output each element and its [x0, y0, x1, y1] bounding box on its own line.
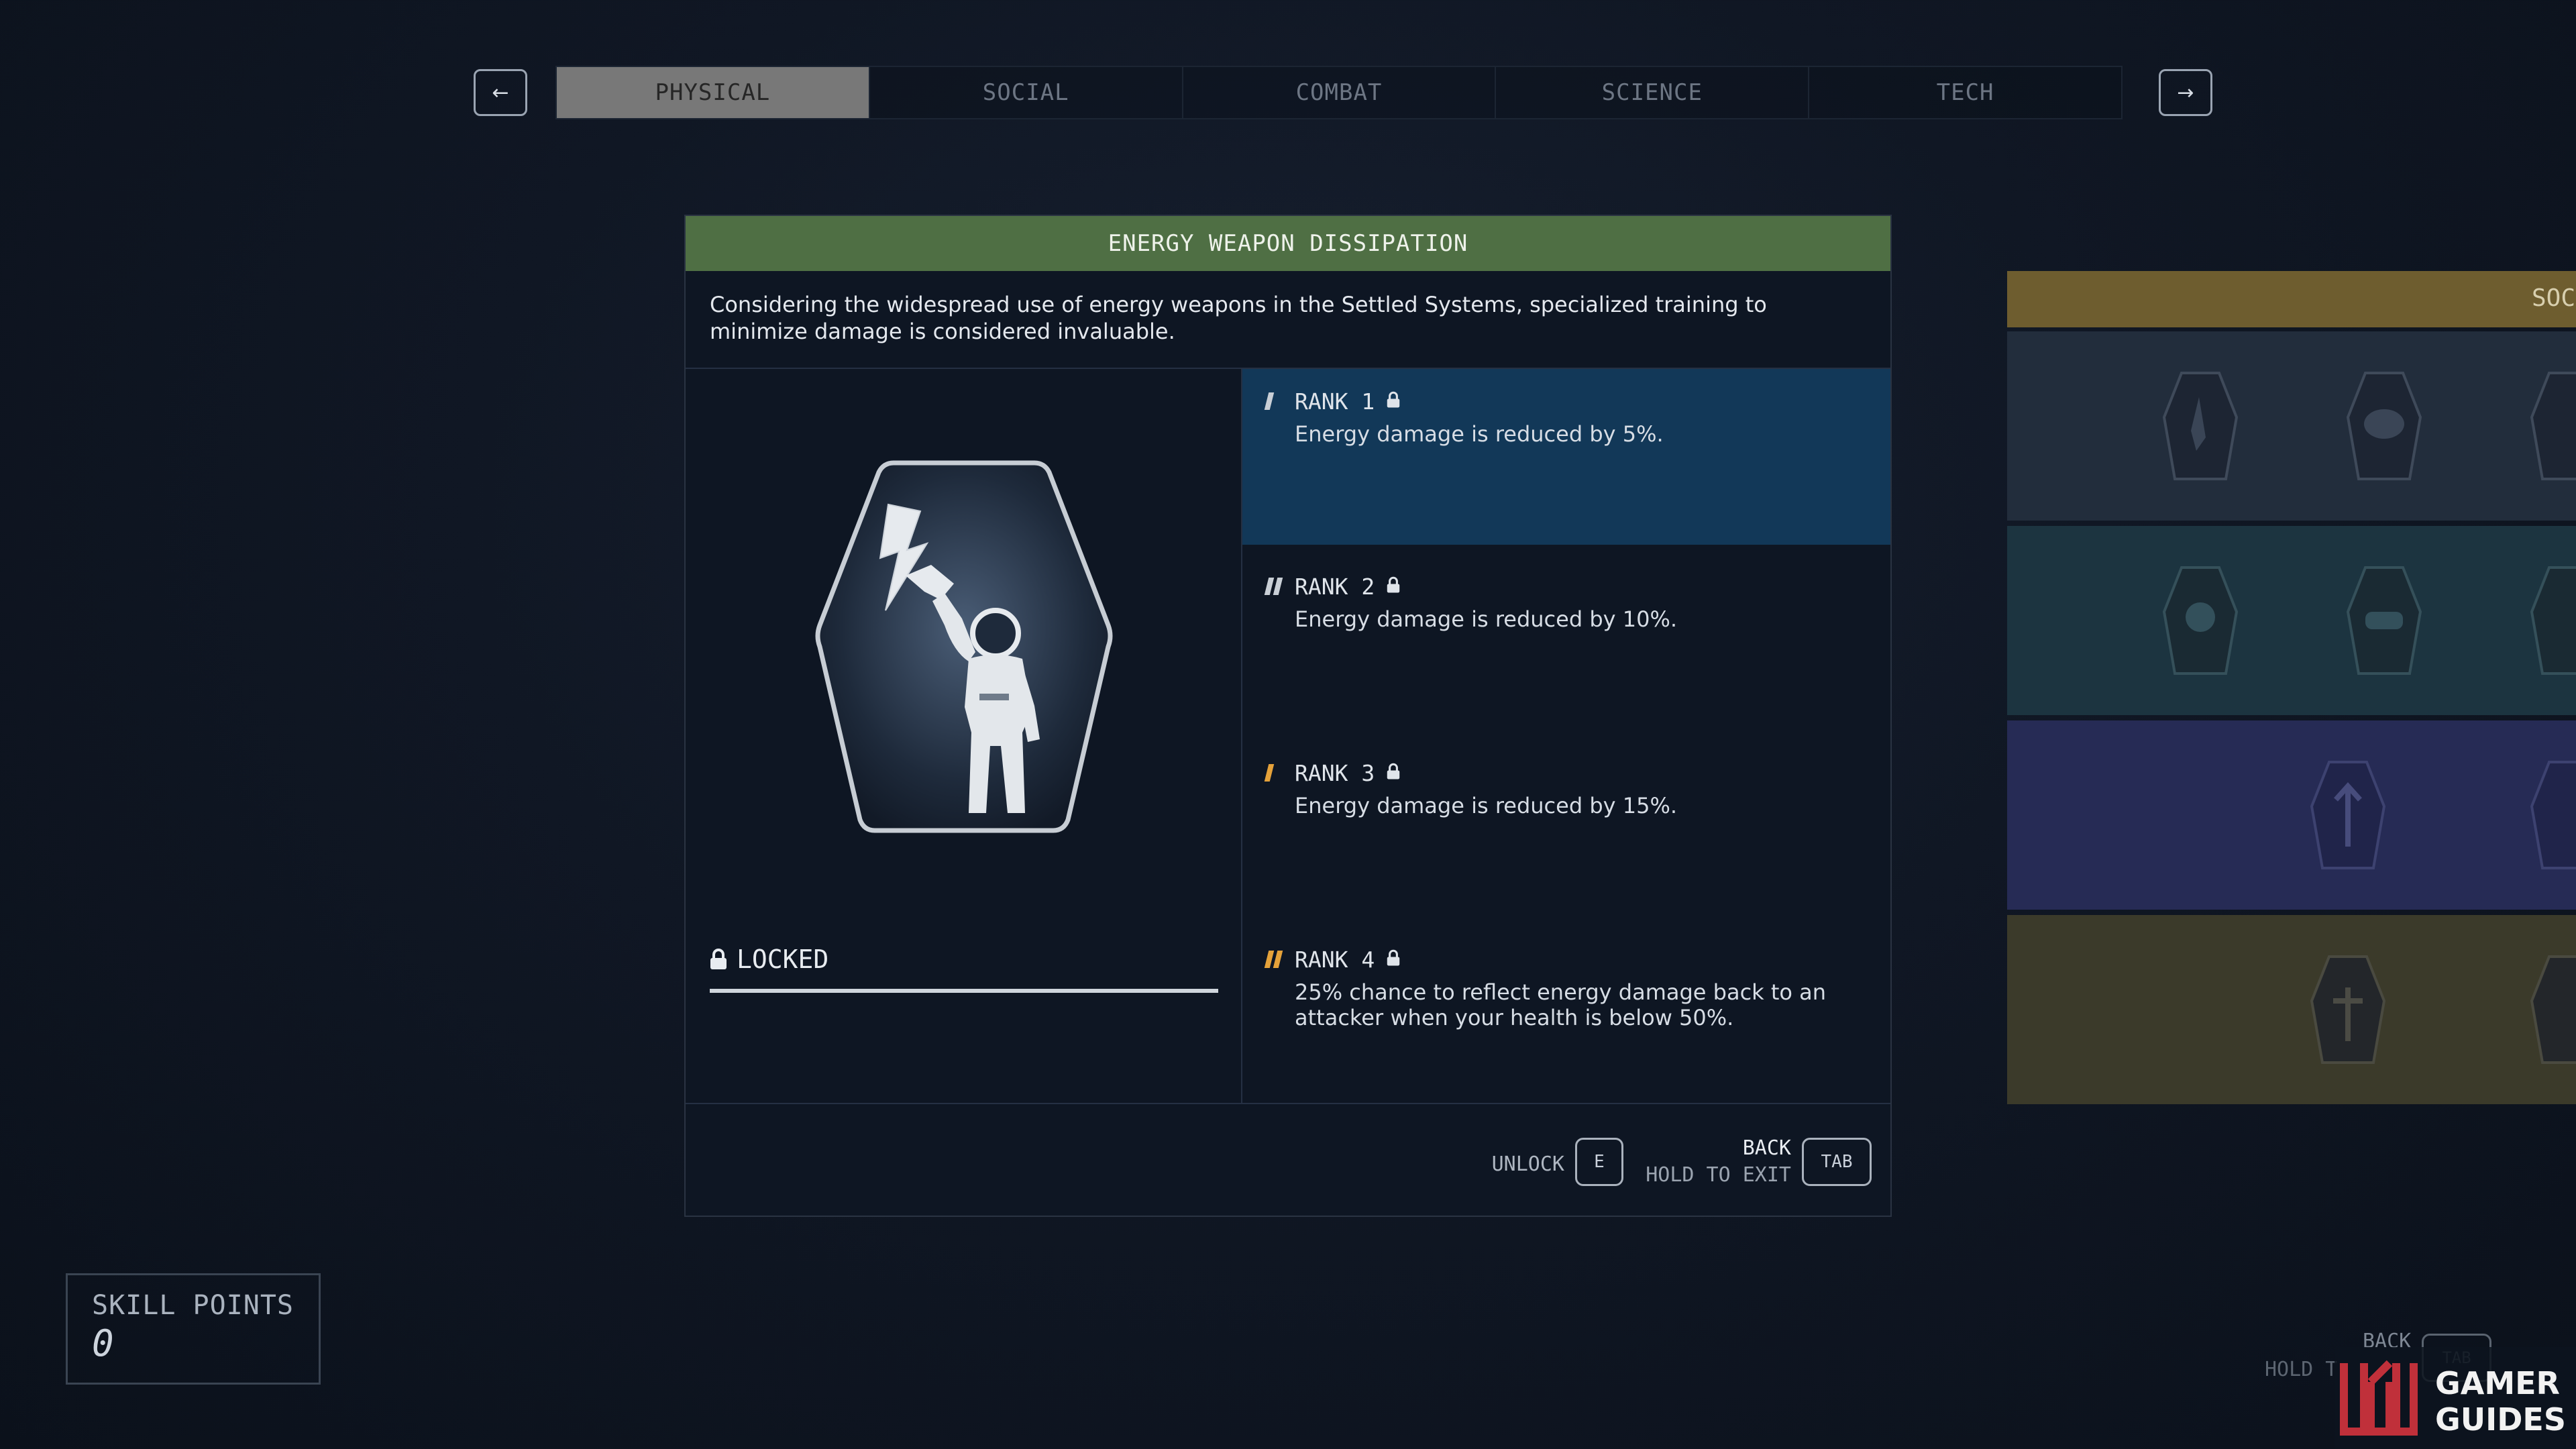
rank-pip-icon	[1264, 392, 1275, 410]
padlock-icon	[1387, 763, 1400, 783]
padlock-icon	[1387, 949, 1400, 969]
rank-pip-icon	[1264, 764, 1275, 782]
skill-hex-icon[interactable]	[2161, 370, 2239, 482]
rank-4-description: 25% chance to reflect energy damage back…	[1295, 979, 1827, 1030]
back-button[interactable]: TAB	[1802, 1138, 1872, 1186]
rank-1-pips	[1264, 392, 1295, 410]
skill-hex-icon[interactable]	[2309, 954, 2387, 1065]
gamer-guides-logo: GAMER GUIDES	[2334, 1347, 2576, 1449]
watermark-line1: GAMER	[2435, 1365, 2560, 1401]
locked-status: LOCKED	[710, 945, 828, 974]
category-tabs: PHYSICAL SOCIAL COMBAT SCIENCE TECH	[555, 66, 2123, 119]
skill-description: Considering the widespread use of energy…	[686, 271, 1890, 369]
padlock-icon	[1387, 576, 1400, 596]
side-tree-header: SOC	[2007, 271, 2576, 327]
skill-hex-icon[interactable]	[2529, 565, 2576, 676]
tab-social[interactable]: SOCIAL	[869, 66, 1183, 119]
skill-detail-panel: ENERGY WEAPON DISSIPATION Considering th…	[684, 215, 1892, 1217]
next-category-button[interactable]: →	[2159, 69, 2212, 116]
skill-hex-icon[interactable]	[2345, 370, 2423, 482]
skill-points-box: SKILL POINTS 0	[66, 1273, 321, 1385]
social-skill-tree-preview: SOC	[2007, 271, 2576, 1106]
rank-progress-bar	[710, 989, 1218, 993]
watermark-line2: GUIDES	[2435, 1401, 2566, 1438]
skill-hex-icon[interactable]	[2529, 759, 2576, 871]
back-label: BACK	[1742, 1136, 1791, 1160]
padlock-icon	[710, 949, 727, 970]
skill-hex-icon[interactable]	[2161, 565, 2239, 676]
tab-science[interactable]: SCIENCE	[1496, 66, 1810, 119]
rank-1-label: RANK 1	[1295, 388, 1375, 415]
rank-3-label: RANK 3	[1295, 759, 1375, 786]
rank-pip-icon	[1264, 951, 1275, 968]
rank-list: RANK 1 Energy damage is reduced by 5%. R…	[1242, 369, 1890, 1103]
panel-footer: UNLOCK E BACK HOLD TO EXIT TAB	[686, 1104, 1890, 1218]
skill-hex-icon[interactable]	[2309, 759, 2387, 871]
side-tree-row-4	[2007, 915, 2576, 1104]
arrow-right-icon: →	[2177, 80, 2194, 105]
padlock-icon	[1387, 391, 1400, 411]
locked-label: LOCKED	[737, 945, 829, 974]
tab-combat[interactable]: COMBAT	[1183, 66, 1497, 119]
rank-4-pips	[1264, 951, 1295, 968]
side-tree-row-3	[2007, 720, 2576, 910]
rank-pip-icon	[1264, 578, 1275, 595]
rank-3-description: Energy damage is reduced by 15%.	[1295, 793, 1678, 818]
skill-hex-icon[interactable]	[2529, 370, 2576, 482]
rank-2-description: Energy damage is reduced by 10%.	[1295, 606, 1678, 632]
hold-to-exit-label: HOLD TO EXIT	[1646, 1163, 1791, 1187]
skill-hex-icon[interactable]	[2345, 565, 2423, 676]
ghost-hold-label: HOLD T	[2265, 1358, 2338, 1381]
unlock-button[interactable]: E	[1575, 1138, 1623, 1186]
side-tree-row-1	[2007, 331, 2576, 521]
side-tree-row-2	[2007, 526, 2576, 715]
rank-pip-icon	[1273, 951, 1283, 968]
previous-category-button[interactable]: ←	[474, 69, 527, 116]
rank-2-row[interactable]: RANK 2 Energy damage is reduced by 10%.	[1242, 554, 1890, 730]
astronaut-deflecting-lightning-icon	[815, 460, 1113, 833]
rank-4-label: RANK 4	[1295, 946, 1375, 973]
rank-1-row[interactable]: RANK 1 Energy damage is reduced by 5%.	[1242, 369, 1890, 545]
back-hint: BACK HOLD TO EXIT	[1646, 1135, 1791, 1189]
rank-3-row[interactable]: RANK 3 Energy damage is reduced by 15%.	[1242, 741, 1890, 916]
skill-points-label: SKILL POINTS	[92, 1290, 294, 1321]
skill-points-value: 0	[92, 1322, 114, 1364]
skill-title: ENERGY WEAPON DISSIPATION	[686, 216, 1890, 271]
rank-2-pips	[1264, 578, 1295, 595]
skill-body: LOCKED RANK 1 Energy damage is reduced b…	[686, 369, 1890, 1104]
tab-physical[interactable]: PHYSICAL	[555, 66, 870, 119]
rank-2-label: RANK 2	[1295, 573, 1375, 600]
rank-1-description: Energy damage is reduced by 5%.	[1295, 421, 1664, 447]
arrow-left-icon: ←	[492, 80, 509, 105]
skill-hex-icon[interactable]	[2529, 954, 2576, 1065]
side-tree-header-label: SOC	[2532, 284, 2576, 312]
rank-3-pips	[1264, 764, 1295, 782]
rank-pip-icon	[1273, 578, 1283, 595]
rank-4-row[interactable]: RANK 4 25% chance to reflect energy dama…	[1242, 927, 1890, 1103]
unlock-label: UNLOCK	[1491, 1152, 1564, 1176]
tab-tech[interactable]: TECH	[1809, 66, 2123, 119]
skill-badge-column: LOCKED	[686, 369, 1242, 1103]
